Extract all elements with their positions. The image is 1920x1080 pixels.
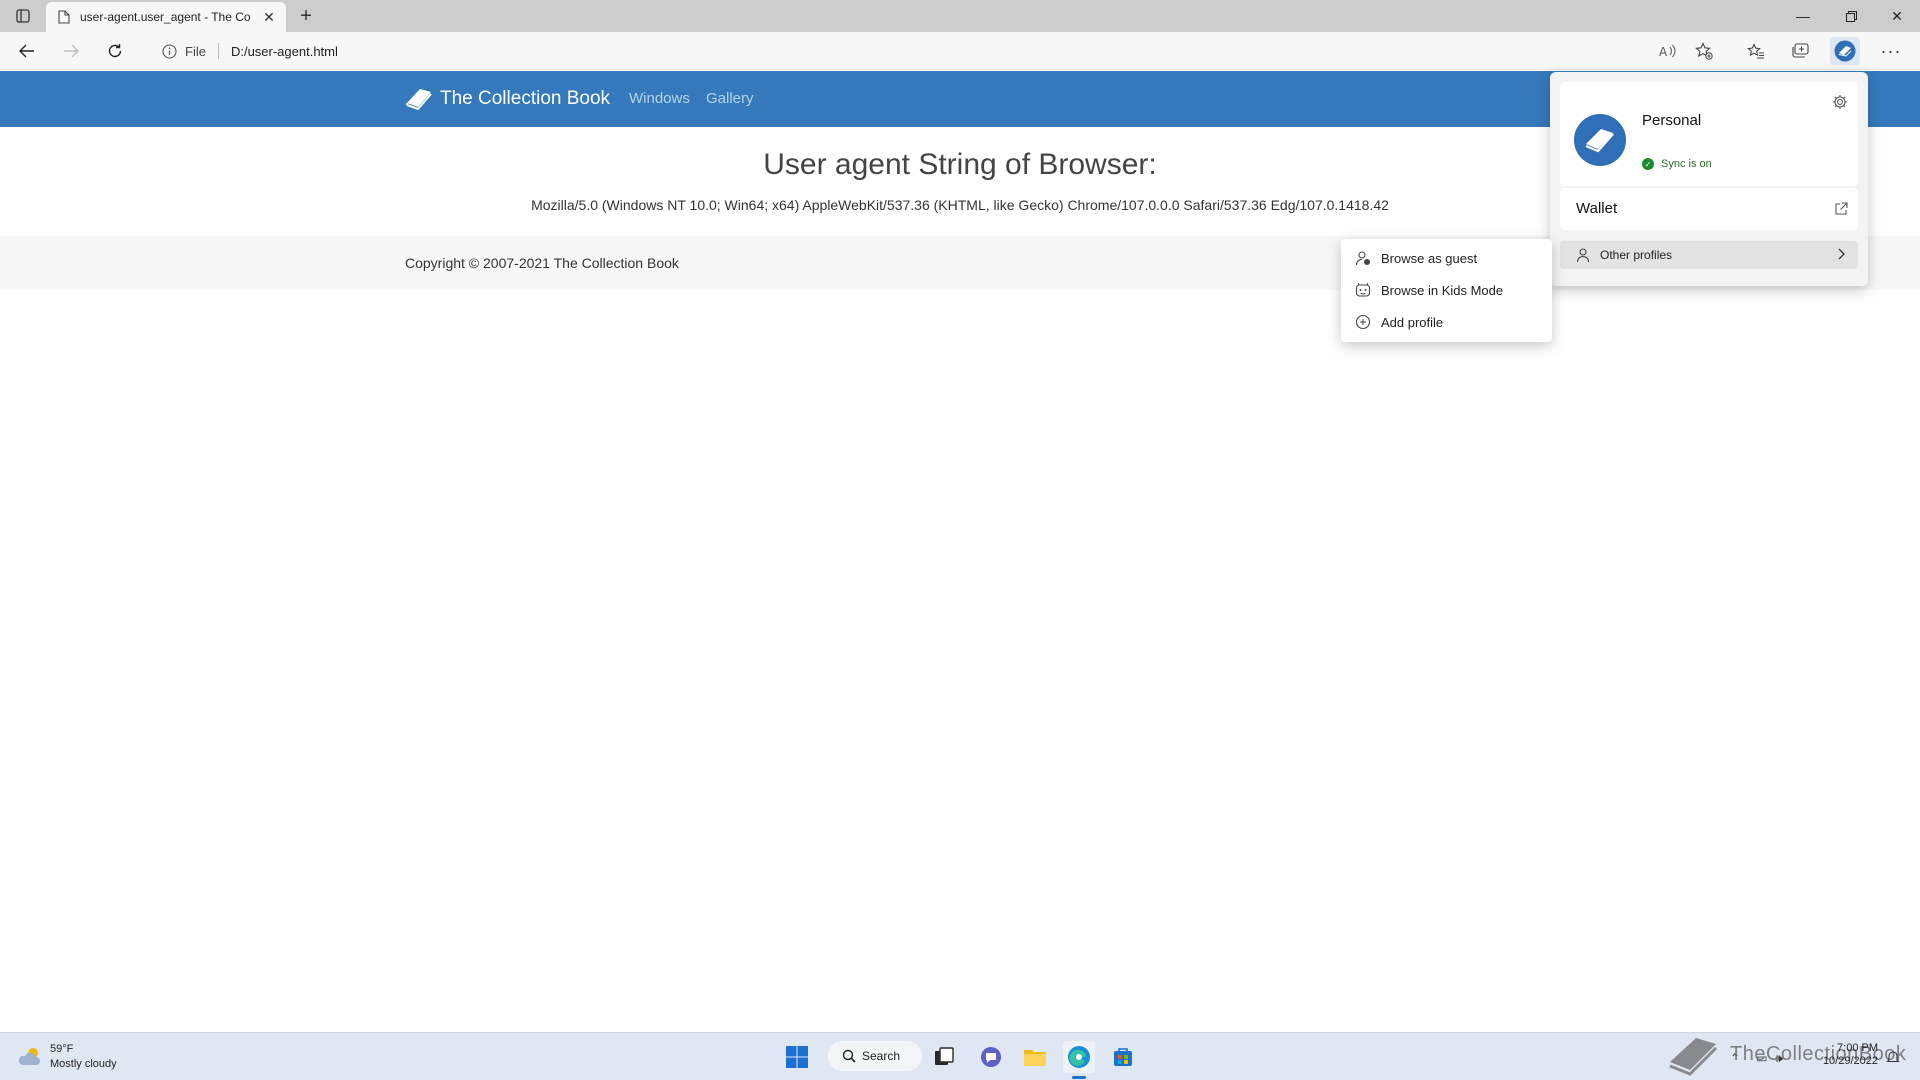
other-profiles-label: Other profiles: [1600, 248, 1673, 262]
favorites-button[interactable]: [1741, 37, 1771, 65]
brand-name: The Collection Book: [440, 88, 611, 109]
watermark-book-icon: [1669, 1038, 1718, 1076]
read-aloud-button[interactable]: A: [1653, 37, 1683, 65]
wallet-row[interactable]: Wallet: [1560, 188, 1858, 230]
task-view-icon: [935, 1047, 954, 1065]
read-aloud-icon: A: [1659, 44, 1676, 58]
svg-text:A: A: [1659, 45, 1668, 58]
collections-button[interactable]: [1785, 37, 1815, 65]
taskbar-clock[interactable]: 7:00 PM 10/29/2022: [1810, 1042, 1878, 1068]
add-profile-item[interactable]: Add profile: [1341, 307, 1552, 337]
restore-icon: [1845, 10, 1857, 22]
nav-link-windows[interactable]: Windows: [629, 90, 690, 107]
sync-status-label: Sync is on: [1661, 158, 1712, 170]
notification-bell-icon[interactable]: [1884, 1048, 1902, 1066]
weather-temperature: 59°F: [50, 1043, 74, 1055]
copyright-text: Copyright © 2007-2021 The Collection Boo…: [405, 255, 679, 271]
check-icon: ✓: [1642, 158, 1654, 170]
star-add-icon: [1695, 42, 1713, 60]
browse-kids-mode-label: Browse in Kids Mode: [1381, 282, 1504, 298]
profile-avatar-icon: [1834, 40, 1856, 62]
start-button[interactable]: [781, 1041, 813, 1073]
profile-settings-button[interactable]: [1830, 92, 1850, 112]
other-profiles-submenu: Browse as guest Browse in Kids Mode Add …: [1341, 239, 1552, 342]
profile-name: Personal: [1642, 112, 1702, 129]
file-explorer-button[interactable]: [1019, 1041, 1051, 1073]
close-tab-icon[interactable]: ✕: [260, 8, 278, 26]
chevron-right-icon: [1836, 247, 1846, 264]
close-window-button[interactable]: ✕: [1874, 0, 1920, 32]
tab-actions-button[interactable]: [10, 4, 36, 28]
collections-icon: [1792, 43, 1809, 58]
profile-button[interactable]: [1830, 37, 1860, 65]
favorites-icon: [1747, 43, 1764, 59]
search-icon: [842, 1049, 856, 1063]
nav-link-gallery[interactable]: Gallery: [706, 90, 754, 107]
browse-kids-mode-item[interactable]: Browse in Kids Mode: [1341, 275, 1552, 305]
refresh-icon: [108, 44, 122, 58]
minimize-button[interactable]: —: [1780, 0, 1826, 32]
wallet-label: Wallet: [1576, 200, 1618, 217]
back-button[interactable]: [12, 37, 42, 65]
browser-toolbar: File D:/user-agent.html A ···: [0, 32, 1920, 70]
taskbar: 59°F Mostly cloudy Search ⌃ ▭ 🕪: [0, 1032, 1920, 1080]
add-profile-label: Add profile: [1381, 314, 1444, 330]
tab-actions-icon: [16, 9, 30, 23]
info-icon[interactable]: [162, 43, 177, 59]
book-logo-icon: [406, 89, 432, 111]
store-button[interactable]: [1107, 1041, 1139, 1073]
weather-description: Mostly cloudy: [50, 1058, 117, 1070]
weather-widget[interactable]: 59°F Mostly cloudy: [16, 1042, 117, 1072]
more-icon: ···: [1880, 40, 1902, 61]
forward-button[interactable]: [56, 37, 86, 65]
add-circle-icon: [1355, 314, 1371, 330]
refresh-button[interactable]: [100, 37, 130, 65]
active-app-indicator: [1072, 1076, 1086, 1079]
profile-avatar[interactable]: [1574, 114, 1626, 166]
new-tab-button[interactable]: +: [294, 4, 318, 28]
address-bar[interactable]: File D:/user-agent.html: [146, 36, 1706, 66]
search-label: Search: [862, 1049, 901, 1063]
teams-chat-button[interactable]: [975, 1041, 1007, 1073]
folder-icon: [1024, 1050, 1046, 1066]
browser-tab[interactable]: user-agent.user_agent - The Coll ✕: [46, 2, 286, 32]
settings-more-button[interactable]: ···: [1876, 37, 1906, 65]
tab-title: user-agent.user_agent - The Coll: [80, 10, 250, 24]
kids-mode-icon: [1355, 282, 1371, 298]
open-external-icon[interactable]: [1832, 200, 1850, 218]
chat-icon: [981, 1047, 1001, 1067]
clock-date: 10/29/2022: [1822, 1055, 1878, 1067]
task-view-button[interactable]: [928, 1041, 960, 1073]
browse-as-guest-label: Browse as guest: [1381, 250, 1478, 266]
edge-icon: [1068, 1046, 1090, 1068]
site-brand[interactable]: The Collection Book: [404, 85, 610, 113]
back-arrow-icon: [19, 44, 34, 58]
store-icon: [1114, 1048, 1132, 1066]
address-scheme: File: [185, 43, 206, 59]
profile-card: Personal ✓ Sync is on: [1560, 82, 1858, 186]
windows-logo-icon: [786, 1046, 808, 1068]
clock-time: 7:00 PM: [1837, 1042, 1878, 1054]
restore-button[interactable]: [1828, 0, 1874, 32]
browse-as-guest-item[interactable]: Browse as guest: [1341, 243, 1552, 273]
other-profiles-item[interactable]: Other profiles: [1560, 241, 1858, 269]
profile-flyout: Personal ✓ Sync is on Wallet Other profi…: [1550, 72, 1868, 286]
edge-browser-button[interactable]: [1063, 1041, 1095, 1073]
taskbar-search[interactable]: Search: [828, 1041, 922, 1071]
page-icon: [58, 10, 70, 24]
cloudy-weather-icon: [16, 1045, 44, 1069]
sync-status[interactable]: ✓ Sync is on: [1642, 158, 1712, 170]
people-icon: [1576, 247, 1592, 263]
book-avatar-icon: [1585, 129, 1614, 153]
address-divider: [217, 43, 219, 59]
add-favorite-button[interactable]: [1689, 37, 1719, 65]
guest-icon: [1355, 250, 1371, 266]
forward-arrow-icon: [64, 44, 79, 58]
tab-strip: user-agent.user_agent - The Coll ✕ + — ✕: [0, 0, 1920, 32]
address-url[interactable]: D:/user-agent.html: [231, 44, 338, 59]
gear-icon: [1833, 95, 1847, 109]
